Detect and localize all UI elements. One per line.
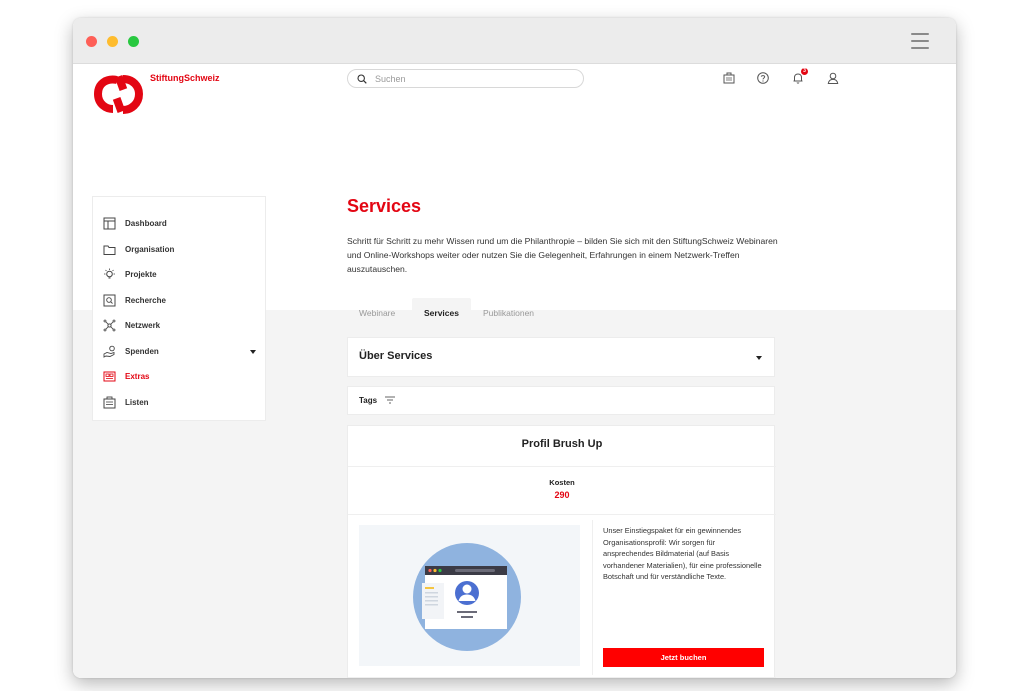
network-icon xyxy=(103,319,116,332)
service-description: Unser Einstiegspaket für ein gewinnendes… xyxy=(603,526,762,581)
sidebar-item-label: Organisation xyxy=(125,245,175,254)
sidebar-item-listen[interactable]: Listen xyxy=(103,394,258,412)
close-window-button[interactable] xyxy=(86,36,97,47)
sidebar-item-label: Extras xyxy=(125,372,150,381)
sidebar-item-extras[interactable]: Extras xyxy=(103,368,258,386)
lightbulb-icon xyxy=(104,268,115,279)
folder-icon xyxy=(103,245,116,255)
tab-publikationen[interactable]: Publikationen xyxy=(483,298,534,328)
chevron-down-icon[interactable] xyxy=(250,350,256,354)
sidebar-item-netzwerk[interactable]: Netzwerk xyxy=(103,317,258,335)
tab-services[interactable]: Services xyxy=(412,298,471,328)
sidebar-item-label: Listen xyxy=(125,398,149,407)
logo-icon[interactable] xyxy=(93,74,147,114)
divider xyxy=(348,677,776,678)
tab-webinare[interactable]: Webinare xyxy=(359,298,395,328)
window-titlebar xyxy=(73,18,956,64)
user-icon[interactable] xyxy=(826,71,840,85)
maximize-window-button[interactable] xyxy=(128,36,139,47)
briefcase-icon[interactable] xyxy=(722,71,736,85)
search-bar[interactable] xyxy=(347,69,584,88)
service-card: Profil Brush Up Kosten 290 Unser Einstie… xyxy=(347,425,776,678)
service-illustration xyxy=(359,525,580,666)
book-now-button[interactable]: Jetzt buchen xyxy=(603,648,764,667)
sidebar-item-label: Netzwerk xyxy=(125,321,161,330)
extras-icon xyxy=(103,371,116,382)
browser-window: StiftungSchweiz 3 xyxy=(73,18,956,678)
cost-label: Kosten xyxy=(549,478,575,487)
divider xyxy=(348,514,776,515)
list-icon xyxy=(103,396,116,409)
card-title: Profil Brush Up xyxy=(521,438,603,450)
sidebar-item-projekte[interactable]: Projekte xyxy=(103,266,258,284)
profile-illustration-icon xyxy=(413,543,521,651)
sidebar-nav: Dashboard Organisation Projekte Recherch… xyxy=(92,196,266,421)
dashboard-icon xyxy=(103,217,116,230)
sidebar-item-spenden[interactable]: Spenden xyxy=(103,343,258,361)
vertical-divider xyxy=(592,520,593,675)
accordion-title: Über Services xyxy=(359,350,433,362)
hamburger-menu-icon[interactable] xyxy=(911,33,929,49)
minimize-window-button[interactable] xyxy=(107,36,118,47)
donate-icon xyxy=(103,345,115,358)
sidebar-item-label: Recherche xyxy=(125,296,166,305)
help-icon[interactable] xyxy=(756,71,770,85)
notification-badge: 3 xyxy=(801,68,808,75)
page-title: Services xyxy=(347,196,422,216)
page-content: StiftungSchweiz 3 xyxy=(73,64,956,678)
tags-label: Tags xyxy=(359,396,378,405)
chevron-down-icon[interactable] xyxy=(756,356,762,360)
sidebar-item-label: Spenden xyxy=(125,347,159,356)
page-intro: Schritt für Schritt zu mehr Wissen rund … xyxy=(347,236,778,274)
sidebar-item-label: Dashboard xyxy=(125,219,167,228)
filter-icon[interactable] xyxy=(385,396,395,404)
sidebar-item-dashboard[interactable]: Dashboard xyxy=(103,215,258,233)
sidebar-item-label: Projekte xyxy=(125,270,157,279)
cost-value: 290 xyxy=(554,490,570,500)
sidebar-item-recherche[interactable]: Recherche xyxy=(103,292,258,310)
search-icon xyxy=(357,74,367,84)
search-doc-icon xyxy=(103,294,116,307)
about-services-accordion[interactable]: Über Services xyxy=(347,337,775,377)
search-input[interactable] xyxy=(375,72,575,86)
divider xyxy=(348,466,776,467)
sidebar-item-organisation[interactable]: Organisation xyxy=(103,241,258,259)
brand-name[interactable]: StiftungSchweiz xyxy=(150,73,220,83)
tags-filter-bar[interactable]: Tags xyxy=(347,386,775,415)
